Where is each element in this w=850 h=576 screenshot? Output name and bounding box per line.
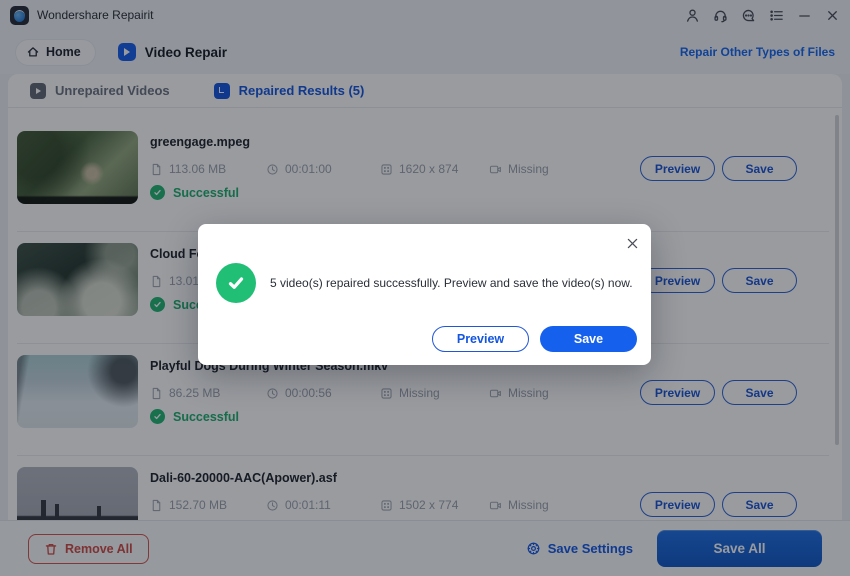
modal-body: 5 video(s) repaired successfully. Previe… [216,263,633,303]
modal-preview-button[interactable]: Preview [432,326,529,352]
app-window: Wondershare Repairit [0,0,850,576]
modal-buttons: Preview Save [432,326,637,352]
modal-save-button[interactable]: Save [540,326,637,352]
success-modal: 5 video(s) repaired successfully. Previe… [198,224,651,365]
modal-message: 5 video(s) repaired successfully. Previe… [270,276,633,290]
success-check-icon [216,263,256,303]
modal-close-icon[interactable] [623,234,641,252]
